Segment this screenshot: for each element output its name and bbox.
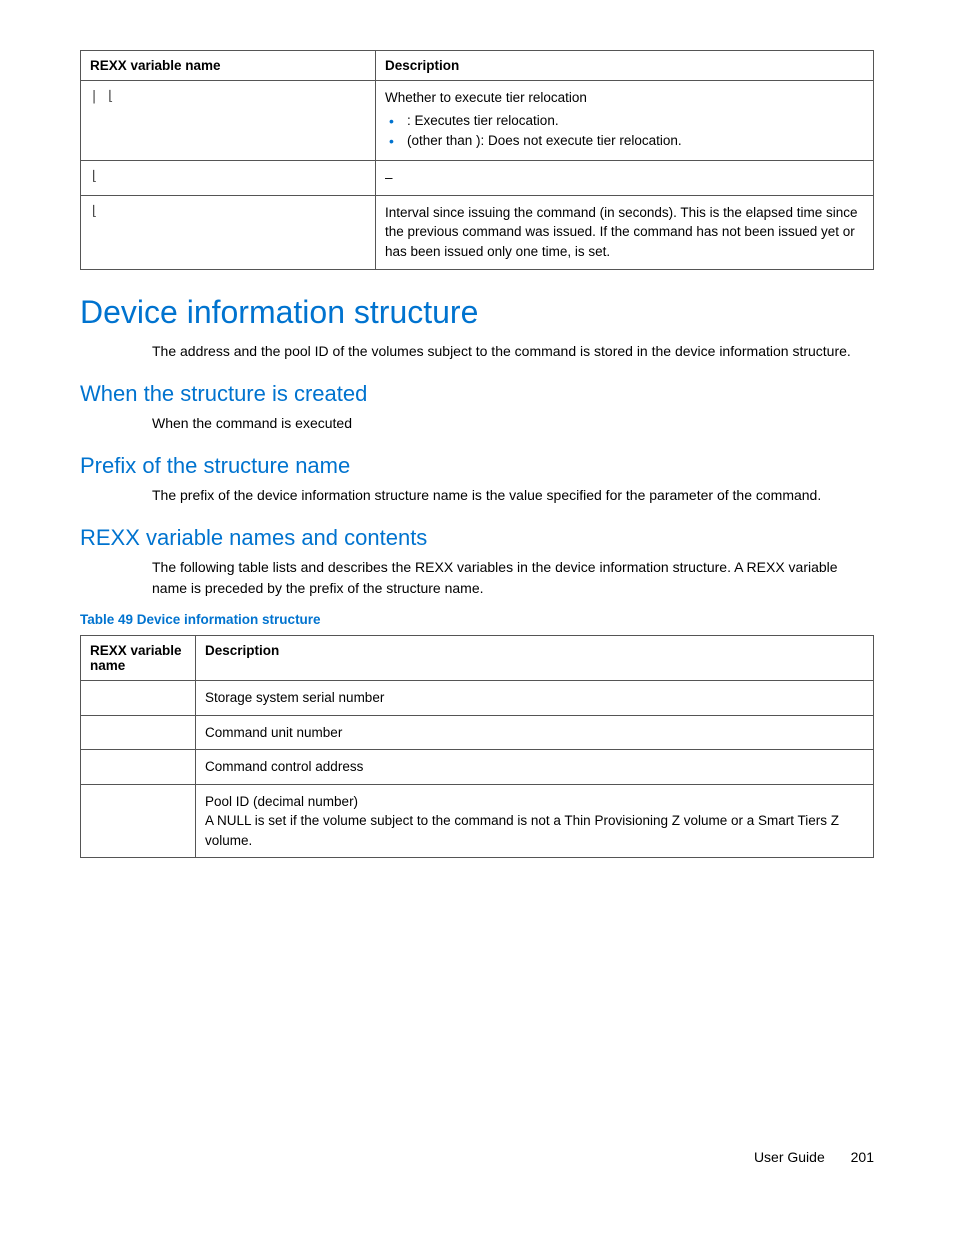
bullet-item: (other than ): Does not execute tier rel… (385, 132, 864, 151)
rexx-table-2: REXX variable name Description Storage s… (80, 635, 874, 858)
heading-device-info-structure: Device information structure (80, 294, 874, 331)
table-row: Command unit number (81, 715, 874, 750)
cell-name (81, 750, 196, 785)
cell-text: Interval since issuing the command (in s… (376, 195, 874, 269)
table2-header-name: REXX variable name (81, 636, 196, 681)
table-row: ⌊ – (81, 161, 874, 196)
footer-label: User Guide (754, 1149, 825, 1165)
heading-prefix: Prefix of the structure name (80, 453, 874, 479)
table-row: Storage system serial number (81, 681, 874, 716)
cell-name (81, 784, 196, 858)
table1-header-desc: Description (376, 51, 874, 81)
glyph-icon: ⌊ (90, 203, 98, 219)
heading-rexx-names: REXX variable names and contents (80, 525, 874, 551)
table-row: Pool ID (decimal number) A NULL is set i… (81, 784, 874, 858)
cell-name (81, 715, 196, 750)
page-footer: User Guide 201 (754, 1149, 874, 1165)
cell-desc: Pool ID (decimal number) A NULL is set i… (196, 784, 874, 858)
page-number: 201 (851, 1149, 874, 1165)
rexx-table-1: REXX variable name Description | ⌊ Wheth… (80, 50, 874, 270)
cell-desc: Storage system serial number (196, 681, 874, 716)
paragraph: The prefix of the device information str… (152, 485, 874, 505)
table-row: | ⌊ Whether to execute tier relocation :… (81, 81, 874, 161)
paragraph: The following table lists and describes … (152, 557, 874, 598)
heading-when-created: When the structure is created (80, 381, 874, 407)
table-row: Command control address (81, 750, 874, 785)
table-row: ⌊ Interval since issuing the command (in… (81, 195, 874, 269)
glyph-icon: | ⌊ (90, 88, 114, 104)
table1-header-name: REXX variable name (81, 51, 376, 81)
cell-name (81, 681, 196, 716)
cell-text: – (376, 161, 874, 196)
cell-desc: Command unit number (196, 715, 874, 750)
paragraph: When the command is executed (152, 413, 874, 433)
table-caption: Table 49 Device information structure (80, 612, 874, 627)
cell-desc: Command control address (196, 750, 874, 785)
cell-text: Whether to execute tier relocation (385, 88, 864, 108)
paragraph: The address and the pool ID of the volum… (152, 341, 874, 361)
bullet-item: : Executes tier relocation. (385, 112, 864, 131)
glyph-icon: ⌊ (90, 168, 98, 184)
table2-header-desc: Description (196, 636, 874, 681)
